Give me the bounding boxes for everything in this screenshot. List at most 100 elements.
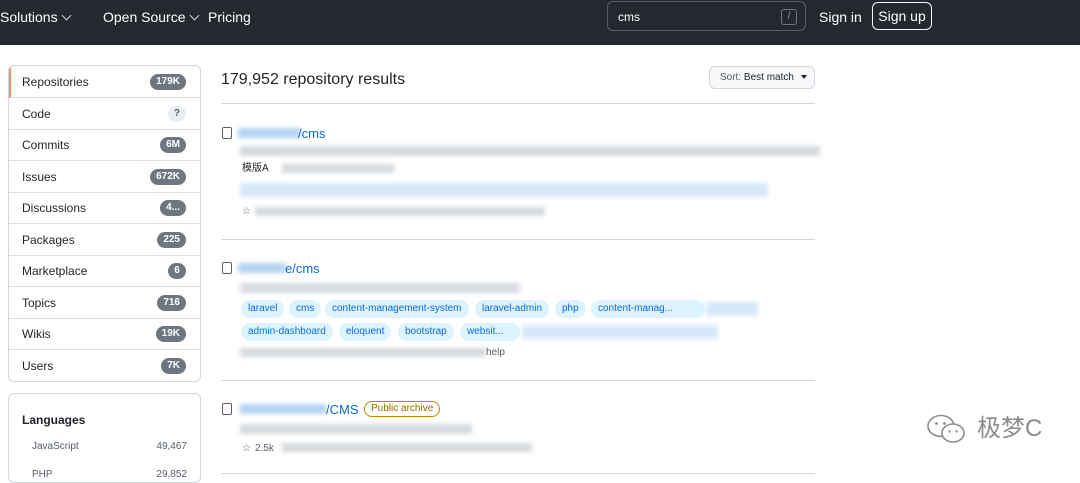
top-navigation-bar: Solutions Open Source Pricing cms / Sign…	[0, 0, 1080, 45]
chevron-down-icon	[61, 10, 72, 21]
languages-panel: Languages JavaScript 49,467 PHP 29,852	[8, 393, 201, 483]
topic-tag[interactable]: content-manag...	[591, 300, 705, 318]
filter-repositories[interactable]: Repositories 179K	[9, 66, 200, 98]
sign-up-button[interactable]: Sign up	[872, 2, 932, 30]
filter-marketplace[interactable]: Marketplace 6	[9, 255, 200, 287]
description-fragment: 模版A	[242, 163, 269, 174]
topic-tag[interactable]: laravel	[241, 300, 285, 318]
repo-icon	[222, 127, 232, 139]
search-input[interactable]: cms /	[607, 1, 806, 31]
nav-pricing[interactable]: Pricing	[208, 8, 251, 26]
language-count: 49,467	[156, 441, 187, 452]
nav-solutions[interactable]: Solutions	[0, 8, 72, 26]
nav-solutions-label: Solutions	[0, 9, 58, 25]
sort-label: Sort:	[720, 72, 742, 83]
topic-tag[interactable]: cms	[289, 300, 322, 318]
repo-name-link[interactable]: /CMS	[326, 402, 359, 418]
languages-title: Languages	[22, 413, 86, 427]
filter-count-badge: 19K	[155, 326, 186, 342]
star-icon: ☆	[242, 443, 251, 454]
language-name: PHP	[32, 469, 53, 480]
repo-name-link[interactable]: /cms	[298, 126, 325, 142]
redacted-owner-name	[238, 128, 300, 138]
public-archive-badge: Public archive	[364, 401, 441, 417]
redacted-topics	[522, 325, 718, 339]
filter-count-badge: 225	[157, 232, 186, 248]
redacted-topics	[240, 183, 768, 197]
redacted-description	[240, 146, 820, 156]
repo-icon	[222, 262, 232, 274]
watermark: 极梦C	[925, 412, 1055, 448]
filter-label: Wikis	[22, 327, 51, 341]
sign-in-link[interactable]: Sign in	[819, 8, 862, 26]
redacted-topics	[706, 302, 758, 316]
filter-count-badge: ?	[167, 106, 186, 122]
nav-pricing-label: Pricing	[208, 9, 251, 25]
repo-name-link[interactable]: e/cms	[285, 261, 320, 277]
filter-commits[interactable]: Commits 6M	[9, 129, 200, 161]
filter-label: Issues	[22, 170, 57, 184]
language-name: JavaScript	[32, 441, 79, 452]
language-filter-php[interactable]: PHP 29,852	[32, 468, 187, 482]
redacted-owner-name	[240, 404, 326, 414]
topic-tag[interactable]: admin-dashboard	[241, 323, 333, 341]
redacted-metadata	[240, 348, 486, 357]
redacted-owner-name	[238, 263, 286, 273]
watermark-text: 极梦C	[977, 415, 1043, 442]
filter-count-badge: 179K	[150, 74, 186, 90]
results-divider	[221, 103, 815, 104]
results-count-heading: 179,952 repository results	[221, 71, 406, 88]
search-query: cms	[618, 10, 640, 24]
filter-count-badge: 4...	[160, 200, 186, 216]
nav-open-source[interactable]: Open Source	[103, 8, 199, 26]
redacted-description	[240, 283, 520, 293]
topic-tag[interactable]: bootstrap	[398, 323, 454, 341]
topic-tag[interactable]: laravel-admin	[475, 300, 550, 318]
language-filter-javascript[interactable]: JavaScript 49,467	[32, 440, 187, 454]
redacted-metadata	[282, 443, 532, 452]
filter-label: Repositories	[22, 75, 89, 89]
filter-count-badge: 716	[157, 295, 186, 311]
metadata-fragment: help	[486, 347, 505, 358]
filter-discussions[interactable]: Discussions 4...	[9, 192, 200, 224]
filter-users[interactable]: Users 7K	[9, 350, 200, 381]
wechat-icon	[927, 414, 965, 443]
filter-packages[interactable]: Packages 225	[9, 224, 200, 256]
star-icon: ☆	[242, 206, 251, 217]
results-divider	[221, 473, 815, 474]
search-shortcut-key: /	[781, 9, 797, 25]
star-count: 2.5k	[255, 443, 274, 454]
search-type-filter-panel: Repositories 179K Code ? Commits 6M Issu…	[8, 65, 201, 382]
topic-tag[interactable]: eloquent	[339, 323, 392, 341]
filter-label: Commits	[22, 138, 70, 152]
filter-label: Packages	[22, 233, 75, 247]
filter-count-badge: 6M	[160, 137, 186, 153]
filter-label: Code	[22, 107, 51, 121]
results-divider	[221, 380, 815, 381]
redacted-description	[282, 164, 394, 173]
sort-value: Best match	[743, 72, 794, 83]
filter-count-badge: 672K	[150, 169, 186, 185]
filter-count-badge: 6	[168, 263, 186, 279]
filter-label: Users	[22, 359, 54, 373]
language-count: 29,852	[156, 469, 187, 480]
redacted-metadata	[255, 207, 545, 216]
filter-label: Topics	[22, 296, 57, 310]
filter-count-badge: 7K	[161, 358, 186, 374]
filter-code[interactable]: Code ?	[9, 98, 200, 130]
filter-topics[interactable]: Topics 716	[9, 287, 200, 319]
filter-label: Marketplace	[22, 264, 88, 278]
topic-tag[interactable]: php	[555, 300, 586, 318]
filter-wikis[interactable]: Wikis 19K	[9, 318, 200, 350]
repo-icon	[222, 403, 232, 415]
chevron-down-icon	[189, 10, 199, 21]
filter-issues[interactable]: Issues 672K	[9, 161, 200, 193]
redacted-description	[240, 424, 472, 434]
nav-open-source-label: Open Source	[103, 9, 186, 25]
filter-label: Discussions	[22, 201, 87, 215]
caret-down-icon	[800, 75, 807, 80]
sort-dropdown-button[interactable]: Sort: Best match	[709, 66, 815, 89]
results-divider	[221, 239, 815, 240]
topic-tag[interactable]: websit...	[460, 323, 520, 341]
topic-tag[interactable]: content-management-system	[325, 300, 469, 318]
